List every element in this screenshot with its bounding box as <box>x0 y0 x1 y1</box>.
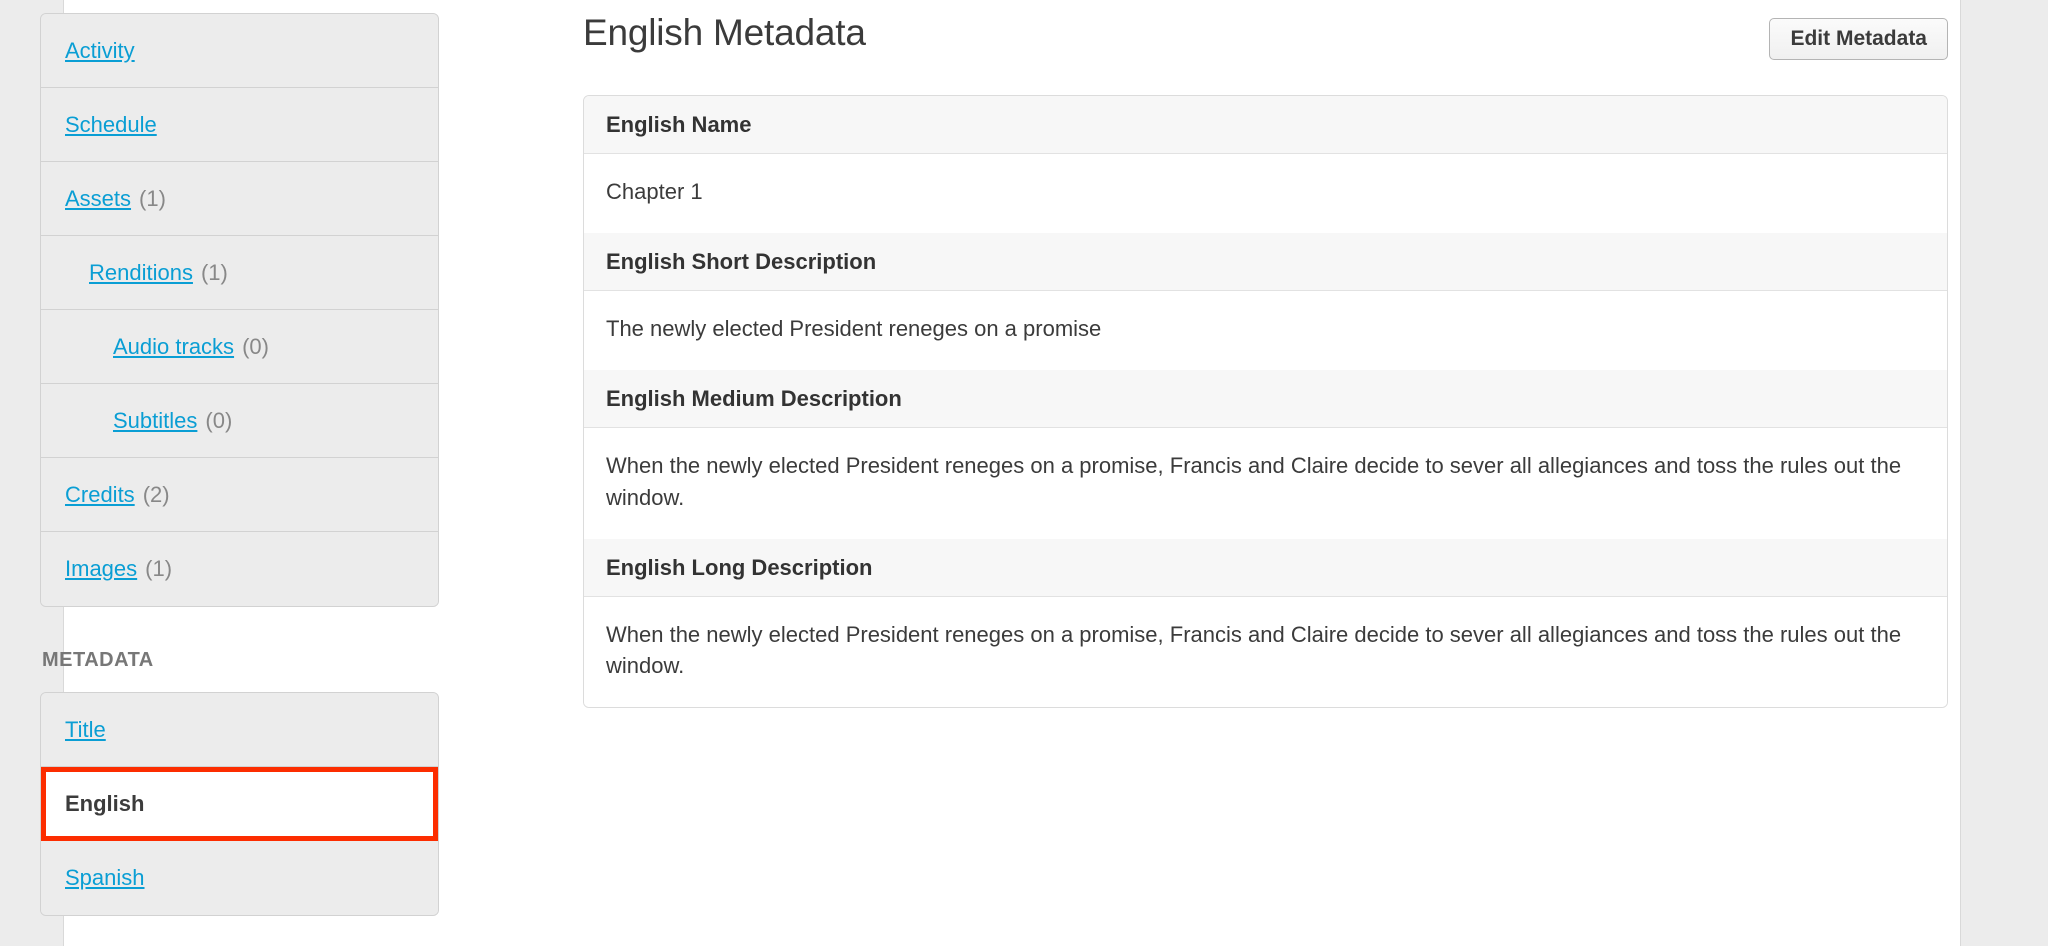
metadata-field: English Long Description When the newly e… <box>584 538 1947 708</box>
sidebar-item-schedule[interactable]: Schedule <box>41 88 438 162</box>
main-header: English Metadata Edit Metadata <box>583 0 1948 72</box>
sidebar-item-link[interactable]: Credits <box>65 482 135 508</box>
sidebar-item-link[interactable]: Title <box>65 717 106 743</box>
metadata-section-heading: METADATA <box>42 649 154 671</box>
sidebar-item-assets[interactable]: Assets (1) <box>41 162 438 236</box>
metadata-field: English Medium Description When the newly… <box>584 370 1947 539</box>
right-gutter <box>1962 0 2048 946</box>
edit-metadata-button[interactable]: Edit Metadata <box>1769 18 1948 60</box>
page-title: English Metadata <box>583 12 866 53</box>
sidebar-item-link[interactable]: Activity <box>65 38 135 64</box>
sidebar-item-count: (1) <box>139 185 166 211</box>
sidebar-item-label-current: English <box>65 791 145 816</box>
sidebar-item-renditions[interactable]: Renditions (1) <box>41 236 438 310</box>
sidebar-item-link[interactable]: Audio tracks <box>113 334 234 360</box>
sidebar-item-activity[interactable]: Activity <box>41 14 438 88</box>
metadata-field-value: When the newly elected President reneges… <box>584 428 1947 539</box>
page-frame: Activity Schedule Assets (1) Renditions (1) Au… <box>0 0 2048 946</box>
sidebar-item-link[interactable]: Assets <box>65 186 131 212</box>
metadata-field-label: English Name <box>584 96 1947 154</box>
sidebar-item-title[interactable]: Title <box>41 693 438 767</box>
metadata-field-value: The newly elected President reneges on a… <box>584 291 1947 371</box>
sidebar-item-count: (1) <box>145 556 173 581</box>
metadata-table: English Name Chapter 1 English Short Descr… <box>583 95 1948 709</box>
metadata-field-value: Chapter 1 <box>584 154 1947 234</box>
metadata-field-label: English Medium Description <box>584 370 1947 429</box>
section-nav-panel: Activity Schedule Assets (1) Renditions (1) Au… <box>40 13 439 607</box>
sidebar-item-link[interactable]: Schedule <box>65 112 157 138</box>
sidebar-item-images[interactable]: Images (1) <box>41 532 438 606</box>
sidebar-item-subtitles[interactable]: Subtitles (0) <box>41 384 438 458</box>
main-content: English Metadata Edit Metadata English N… <box>583 0 1948 709</box>
sidebar-item-english[interactable]: English <box>41 767 438 841</box>
sidebar-item-count: (2) <box>142 481 170 507</box>
sidebar-item-count: (0) <box>205 407 233 433</box>
sidebar-item-link[interactable]: Renditions <box>89 260 193 286</box>
sidebar-item-spanish[interactable]: Spanish <box>41 841 438 915</box>
sidebar: Activity Schedule Assets (1) Renditions (1) Au… <box>40 13 439 916</box>
sidebar-item-count: (0) <box>242 333 269 359</box>
sidebar-item-link[interactable]: Subtitles <box>113 408 197 434</box>
metadata-field: English Name Chapter 1 <box>584 96 1947 234</box>
sidebar-item-credits[interactable]: Credits (2) <box>41 458 438 532</box>
metadata-field: English Short Description The newly elect… <box>584 233 1947 371</box>
sidebar-item-link[interactable]: Spanish <box>65 865 145 891</box>
metadata-field-label: English Long Description <box>584 538 1947 597</box>
sidebar-item-link[interactable]: Images <box>65 556 137 582</box>
metadata-nav-panel: Title English Spanish <box>40 692 439 916</box>
sidebar-item-count: (1) <box>200 259 228 285</box>
metadata-field-label: English Short Description <box>584 233 1947 292</box>
metadata-field-value: When the newly elected President reneges… <box>584 596 1947 708</box>
sidebar-item-audio-tracks[interactable]: Audio tracks (0) <box>41 310 438 384</box>
